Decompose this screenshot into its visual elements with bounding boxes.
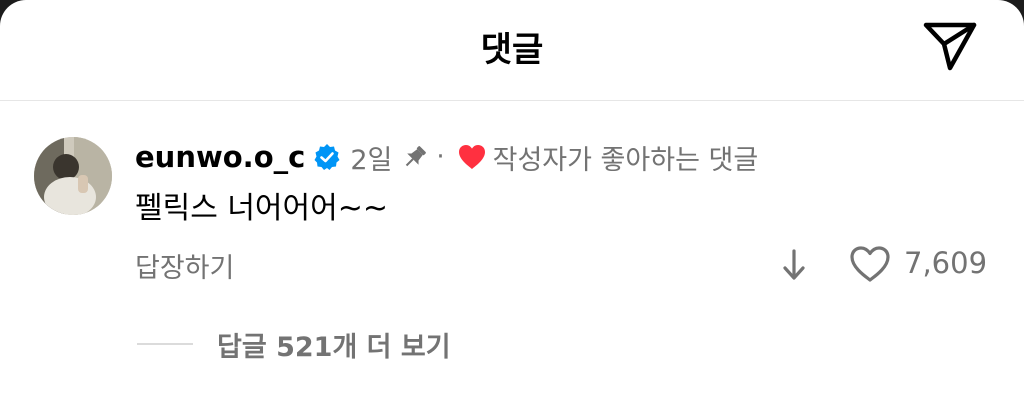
- reply-button[interactable]: 답장하기: [135, 246, 234, 285]
- like-button[interactable]: [848, 244, 892, 284]
- separator-dot: ·: [436, 142, 445, 172]
- verified-badge-icon: [313, 143, 341, 171]
- view-replies-button[interactable]: 답글 521개 더 보기: [217, 325, 451, 364]
- comment-header: eunwo.o_c 2일 · 작성자가 좋아하는 댓글: [135, 137, 758, 177]
- avatar[interactable]: [34, 137, 112, 215]
- send-icon: [923, 22, 977, 71]
- heart-outline-icon: [850, 246, 890, 282]
- like-count: 7,609: [904, 246, 988, 280]
- share-button[interactable]: [922, 20, 978, 72]
- username-link[interactable]: eunwo.o_c: [135, 140, 305, 174]
- arrow-down-icon[interactable]: [780, 248, 808, 282]
- page-title: 댓글: [480, 30, 544, 70]
- pin-icon: [402, 144, 428, 170]
- heart-filled-icon: [457, 143, 487, 171]
- replies-divider-line: [137, 343, 193, 345]
- liked-by-author-label: 작성자가 좋아하는 댓글: [492, 144, 759, 176]
- comments-header: 댓글: [0, 0, 1024, 101]
- profile-photo: [34, 137, 112, 215]
- comment-text: 펠릭스 너어어어~~: [135, 191, 389, 226]
- comment-time: 2일: [350, 144, 393, 176]
- comments-sheet: 댓글 eunwo.o_c 2일 · 작성자가 좋아하는 댓글 펠릭스 너어어어~…: [0, 0, 1024, 404]
